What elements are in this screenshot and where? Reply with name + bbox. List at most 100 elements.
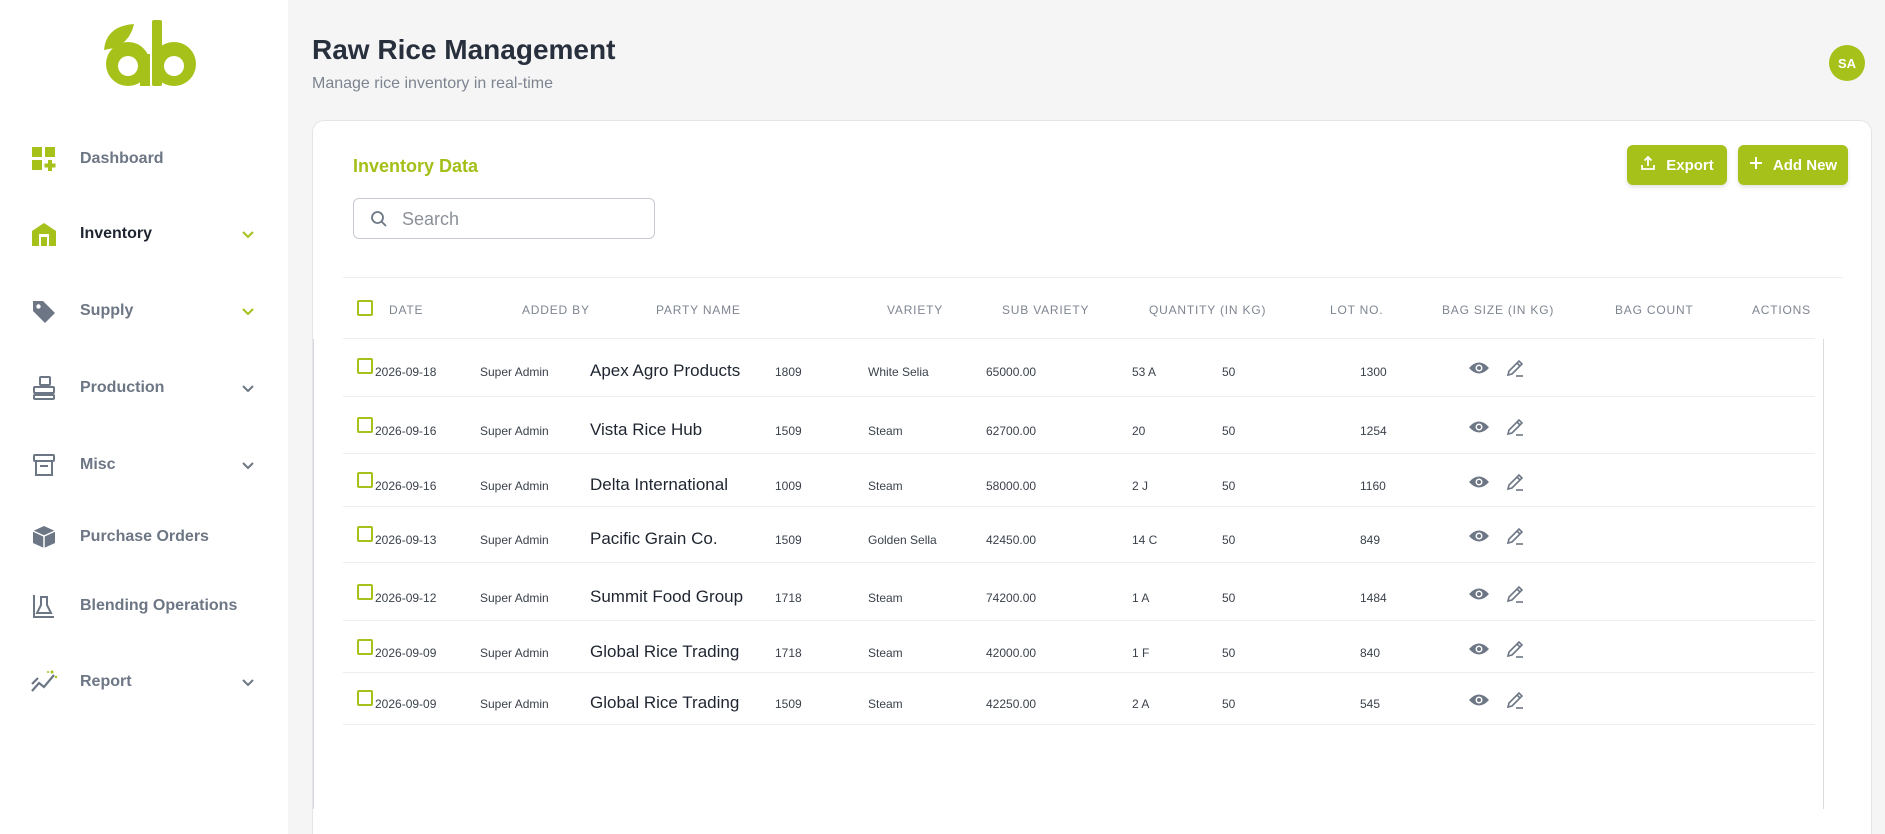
cell-sub-variety: Golden Sella [868, 533, 937, 547]
edit-icon[interactable] [1503, 470, 1527, 494]
column-header-party-name[interactable]: Party Name [656, 303, 741, 317]
cell-lot-no: 53 A [1132, 365, 1157, 379]
sidebar-item-label: Purchase Orders [80, 528, 209, 545]
cell-bag-count: 1484 [1360, 591, 1387, 605]
cell-sub-variety: Steam [868, 424, 903, 438]
sidebar-item-misc[interactable]: Misc [0, 439, 288, 491]
cell-sub-variety: Steam [868, 479, 903, 493]
row-checkbox[interactable] [357, 417, 373, 433]
flask-icon [30, 592, 58, 620]
column-header-quantity[interactable]: Quantity (in KG) [1149, 303, 1266, 317]
edit-icon[interactable] [1503, 524, 1527, 548]
search-box [353, 198, 655, 239]
cell-added-by: Super Admin [480, 479, 549, 493]
cell-lot-no: 2 J [1132, 479, 1149, 493]
add-new-button[interactable]: Add New [1738, 145, 1848, 185]
tag-icon [30, 297, 58, 325]
cell-party-name: Pacific Grain Co. [590, 529, 718, 548]
column-header-sub-variety[interactable]: Sub Variety [1002, 303, 1089, 317]
row-checkbox[interactable] [357, 639, 373, 655]
cell-date: 2026-09-09 [375, 697, 437, 711]
column-header-bag-count[interactable]: Bag Count [1615, 303, 1694, 317]
sidebar-item-dashboard[interactable]: Dashboard [0, 133, 288, 185]
row-checkbox[interactable] [357, 690, 373, 706]
cell-variety: 1809 [775, 365, 802, 379]
divider [343, 453, 1815, 454]
view-icon[interactable] [1467, 356, 1491, 380]
cell-added-by: Super Admin [480, 365, 549, 379]
cell-bag-size: 50 [1222, 533, 1236, 547]
row-checkbox[interactable] [357, 358, 373, 374]
cell-bag-count: 1160 [1360, 479, 1386, 493]
page-title: Raw Rice Management [312, 34, 616, 65]
inventory-card: Inventory Data Export Add New Date Added… [312, 120, 1872, 834]
sidebar-item-label: Misc [80, 456, 116, 473]
cell-variety: 1509 [775, 424, 802, 438]
view-icon[interactable] [1467, 415, 1491, 439]
cell-added-by: Super Admin [480, 591, 549, 605]
edit-icon[interactable] [1503, 415, 1527, 439]
cell-lot-no: 20 [1132, 424, 1146, 438]
cell-date: 2026-09-16 [375, 424, 437, 438]
divider [343, 396, 1815, 397]
card-title: Inventory Data [353, 156, 479, 176]
cell-quantity: 65000.00 [986, 365, 1037, 379]
cell-lot-no: 1 A [1132, 591, 1150, 605]
cell-bag-size: 50 [1222, 479, 1236, 493]
row-checkbox[interactable] [357, 526, 373, 542]
column-header-added-by[interactable]: Added By [522, 303, 590, 317]
sidebar-item-purchase-orders[interactable]: Purchase Orders [0, 511, 288, 563]
column-header-lot-no[interactable]: Lot No. [1330, 303, 1383, 317]
select-all-checkbox[interactable] [357, 300, 373, 316]
row-checkbox[interactable] [357, 472, 373, 488]
upload-icon [1640, 155, 1656, 175]
brand-logo[interactable] [100, 20, 200, 96]
view-icon[interactable] [1467, 470, 1491, 494]
column-header-variety[interactable]: Variety [887, 303, 943, 317]
column-header-date[interactable]: Date [389, 303, 423, 317]
sidebar-item-label: Inventory [80, 225, 153, 242]
view-icon[interactable] [1467, 524, 1491, 548]
avatar[interactable]: SA [1829, 45, 1865, 81]
cell-bag-count: 1254 [1360, 424, 1387, 438]
divider [343, 562, 1815, 563]
cell-quantity: 42000.00 [986, 646, 1037, 660]
chevron-down-icon [240, 674, 256, 690]
divider [343, 620, 1815, 621]
export-button[interactable]: Export [1627, 145, 1727, 185]
cell-added-by: Super Admin [480, 646, 549, 660]
sidebar-item-production[interactable]: Production [0, 362, 288, 414]
edit-icon[interactable] [1503, 356, 1527, 380]
column-header-bag-size[interactable]: Bag Size (in KG) [1442, 303, 1554, 317]
row-checkbox[interactable] [357, 584, 373, 600]
edit-icon[interactable] [1503, 688, 1527, 712]
plus-icon [1749, 156, 1763, 174]
cell-lot-no: 14 C [1132, 533, 1158, 547]
edit-icon[interactable] [1503, 637, 1527, 661]
divider [343, 338, 1815, 339]
view-icon[interactable] [1467, 637, 1491, 661]
cell-added-by: Super Admin [480, 697, 549, 711]
cell-quantity: 74200.00 [986, 591, 1037, 605]
edit-icon[interactable] [1503, 582, 1527, 606]
table-scrollbar[interactable] [1823, 339, 1824, 809]
cell-bag-size: 50 [1222, 591, 1236, 605]
divider [313, 339, 314, 809]
view-icon[interactable] [1467, 688, 1491, 712]
sidebar-item-label: Supply [80, 302, 134, 319]
cell-date: 2026-09-09 [375, 646, 437, 660]
cell-sub-variety: Steam [868, 697, 903, 711]
cell-variety: 1509 [775, 533, 802, 547]
sidebar-item-supply[interactable]: Supply [0, 285, 288, 337]
search-input[interactable] [402, 205, 642, 233]
sidebar-item-blending-operations[interactable]: Blending Operations [0, 580, 288, 632]
cell-bag-count: 840 [1360, 646, 1381, 660]
cell-party-name: Global Rice Trading [590, 693, 740, 712]
cell-date: 2026-09-18 [375, 365, 437, 379]
chevron-down-icon [240, 226, 256, 242]
cell-lot-no: 1 F [1132, 646, 1150, 660]
chart-icon [30, 668, 58, 696]
sidebar-item-report[interactable]: Report [0, 656, 288, 708]
view-icon[interactable] [1467, 582, 1491, 606]
sidebar-item-inventory[interactable]: Inventory [0, 208, 288, 260]
